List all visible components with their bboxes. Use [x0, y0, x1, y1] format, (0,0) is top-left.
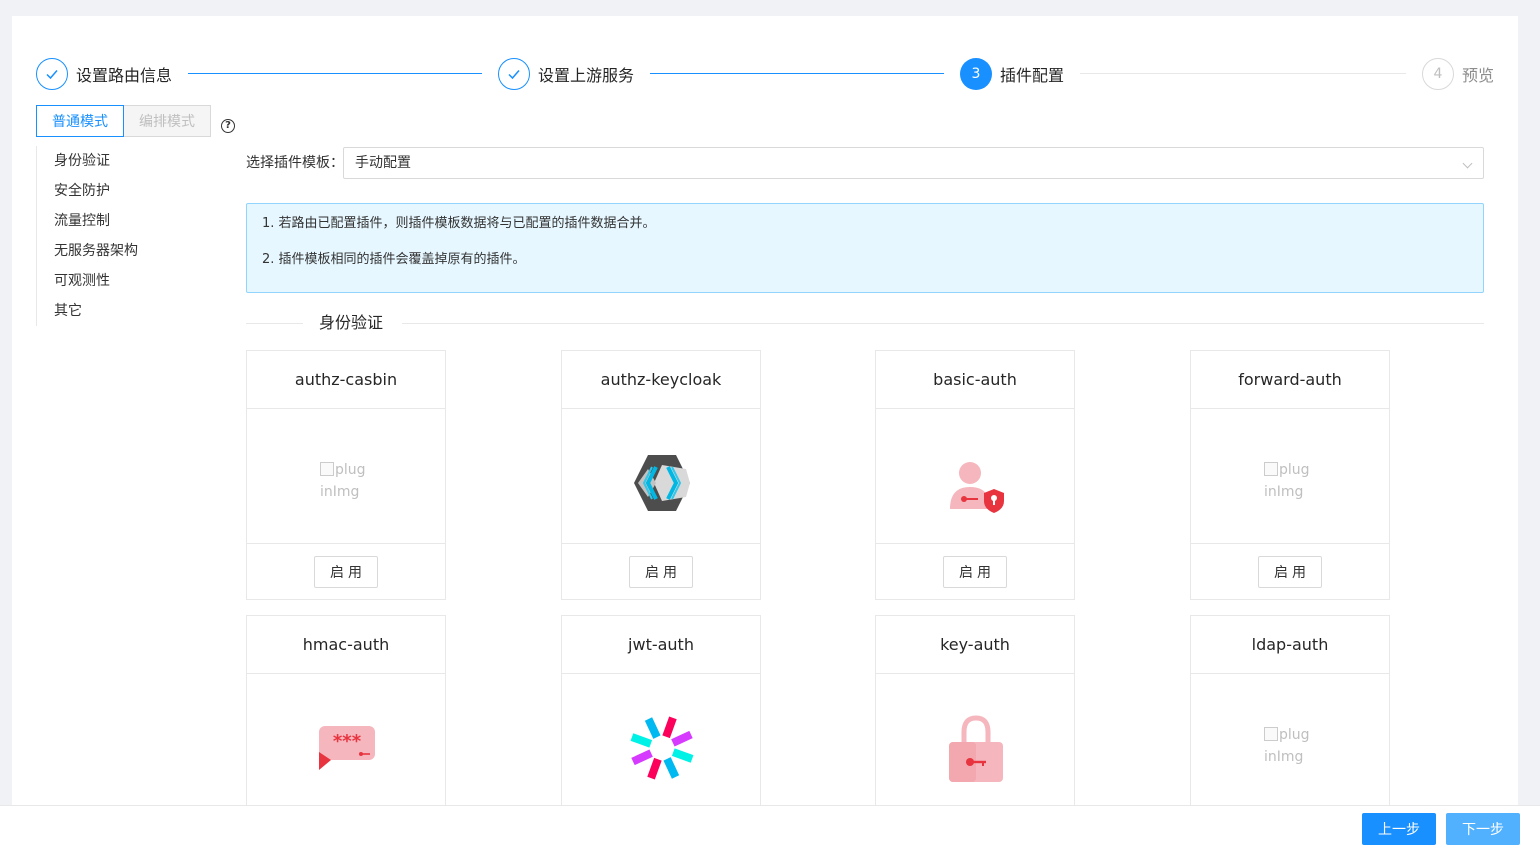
broken-image-icon: pluginImg — [1264, 462, 1310, 500]
step-number: 3 — [960, 58, 992, 90]
step-upstream: 设置上游服务 — [498, 58, 634, 90]
password-bubble-icon: *** — [311, 712, 383, 784]
category-nav: 身份验证 安全防护 流量控制 无服务器架构 可观测性 其它 — [36, 146, 138, 326]
category-serverless[interactable]: 无服务器架构 — [54, 236, 138, 266]
steps: 设置路由信息 设置上游服务 3 插件配置 4 预览 — [36, 58, 1494, 90]
step-label: 预览 — [1462, 66, 1495, 85]
step-plugin-config: 3 插件配置 — [960, 58, 1064, 90]
normal-mode-button[interactable]: 普通模式 — [36, 105, 124, 137]
step-route-info: 设置路由信息 — [36, 58, 172, 90]
plugin-name: key-auth — [876, 616, 1074, 674]
step-number: 4 — [1422, 58, 1454, 90]
enable-button[interactable]: 启用 — [1258, 556, 1322, 588]
template-label: 选择插件模板： — [246, 155, 344, 171]
step-connector — [188, 73, 482, 74]
template-select[interactable]: 手动配置 — [343, 147, 1484, 179]
check-icon — [498, 58, 530, 90]
step-connector — [650, 73, 944, 74]
plugin-card-forward-auth: forward-auth pluginImg 启用 — [1190, 350, 1390, 600]
enable-button[interactable]: 启用 — [629, 556, 693, 588]
plugin-name: forward-auth — [1191, 351, 1389, 409]
plugin-card-authz-casbin: authz-casbin pluginImg 启用 — [246, 350, 446, 600]
category-traffic-control[interactable]: 流量控制 — [54, 206, 138, 236]
plugin-card-hmac-auth: hmac-auth *** — [246, 615, 446, 816]
plugin-card-jwt-auth: jwt-auth — [561, 615, 761, 816]
next-step-button[interactable]: 下一步 — [1446, 813, 1520, 845]
broken-image-icon: pluginImg — [320, 462, 366, 500]
category-other[interactable]: 其它 — [54, 296, 138, 326]
jwt-icon — [626, 712, 698, 784]
step-connector — [1080, 73, 1406, 74]
enable-button[interactable]: 启用 — [943, 556, 1007, 588]
alert-line: 2. 插件模板相同的插件会覆盖掉原有的插件。 — [262, 252, 526, 267]
mode-toggle: 普通模式 编排模式 — [36, 105, 211, 137]
footer-action-bar: 上一步 下一步 — [0, 805, 1540, 847]
plugin-name: basic-auth — [876, 351, 1074, 409]
info-alert: 1. 若路由已配置插件，则插件模板数据将与已配置的插件数据合并。 2. 插件模板… — [246, 203, 1484, 293]
plugin-name: authz-casbin — [247, 351, 445, 409]
plugin-card-ldap-auth: ldap-auth pluginImg — [1190, 615, 1390, 816]
plugin-name: jwt-auth — [562, 616, 760, 674]
check-icon — [36, 58, 68, 90]
orchestration-mode-button[interactable]: 编排模式 — [124, 105, 211, 137]
plugin-card-key-auth: key-auth — [875, 615, 1075, 816]
step-label: 设置路由信息 — [76, 66, 173, 85]
chevron-down-icon — [1462, 158, 1473, 169]
broken-image-icon: pluginImg — [1264, 727, 1310, 765]
step-label: 插件配置 — [1000, 66, 1065, 85]
step-preview: 4 预览 — [1422, 58, 1494, 90]
plugin-card-basic-auth: basic-auth 启用 — [875, 350, 1075, 600]
keycloak-icon — [626, 447, 698, 519]
padlock-icon — [940, 712, 1012, 784]
template-select-value: 手动配置 — [355, 155, 411, 171]
main-panel: 设置路由信息 设置上游服务 3 插件配置 4 预览 普通模式 编排模式 ? 身份… — [12, 16, 1518, 816]
alert-line: 1. 若路由已配置插件，则插件模板数据将与已配置的插件数据合并。 — [262, 216, 656, 231]
section-title: 身份验证 — [319, 313, 384, 332]
plugin-card-authz-keycloak: authz-keycloak 启用 — [561, 350, 761, 600]
user-shield-icon — [940, 447, 1012, 519]
question-circle-icon[interactable]: ? — [221, 119, 235, 133]
category-authentication[interactable]: 身份验证 — [54, 146, 138, 176]
plugin-name: authz-keycloak — [562, 351, 760, 409]
category-observability[interactable]: 可观测性 — [54, 266, 138, 296]
category-security[interactable]: 安全防护 — [54, 176, 138, 206]
step-label: 设置上游服务 — [538, 66, 635, 85]
section-divider: 身份验证 — [246, 311, 1484, 335]
previous-step-button[interactable]: 上一步 — [1362, 813, 1436, 845]
plugin-name: ldap-auth — [1191, 616, 1389, 674]
enable-button[interactable]: 启用 — [314, 556, 378, 588]
plugin-name: hmac-auth — [247, 616, 445, 674]
svg-text:***: *** — [333, 731, 362, 752]
